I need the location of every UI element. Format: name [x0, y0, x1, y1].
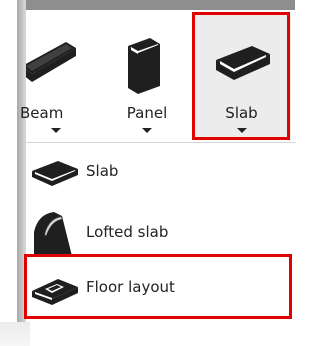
- slab-icon: [28, 149, 82, 197]
- slab-icon: [192, 28, 291, 98]
- app-window: Beam Panel Slab Slab Lofted slab Floor l…: [0, 0, 295, 346]
- menu-item-label: Floor layout: [86, 278, 175, 296]
- slab-dropdown-menu: Slab Lofted slab Floor layout: [26, 143, 295, 322]
- chevron-down-icon: [142, 128, 152, 133]
- window-bottom-shadow: [0, 322, 30, 346]
- slab-label: Slab: [225, 104, 258, 122]
- beam-button[interactable]: Beam: [20, 10, 86, 142]
- chevron-down-icon: [51, 128, 61, 133]
- beam-icon: [22, 28, 86, 98]
- menu-item-label: Slab: [86, 162, 119, 180]
- ribbon-top-bar: [17, 0, 295, 10]
- chevron-down-icon: [236, 128, 247, 133]
- panel-button[interactable]: Panel: [106, 10, 188, 142]
- menu-item-label: Lofted slab: [86, 223, 169, 241]
- window-left-border: [17, 0, 26, 346]
- menu-item-lofted-slab[interactable]: Lofted slab: [26, 206, 288, 262]
- beam-label: Beam: [20, 104, 64, 122]
- menu-item-floor-layout[interactable]: Floor layout: [26, 261, 288, 317]
- lofted-slab-icon: [28, 210, 82, 258]
- slab-button[interactable]: Slab: [192, 12, 291, 140]
- ribbon-group: Beam Panel Slab: [20, 10, 295, 143]
- floor-layout-icon: [28, 265, 82, 313]
- menu-item-slab[interactable]: Slab: [26, 145, 288, 201]
- panel-icon: [106, 28, 188, 98]
- panel-label: Panel: [126, 104, 168, 122]
